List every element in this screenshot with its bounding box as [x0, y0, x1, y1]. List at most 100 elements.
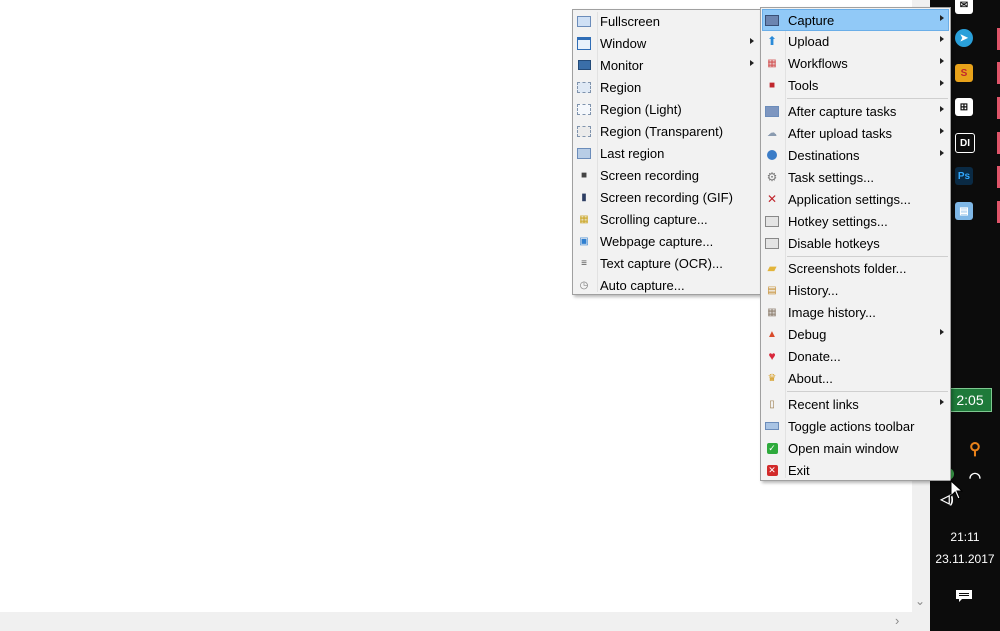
heart-icon: ♥: [768, 349, 776, 363]
menu-item-label: Screenshots folder...: [788, 261, 907, 276]
menu-item-open-main-window[interactable]: ✓ Open main window: [763, 438, 948, 459]
cloud-icon: ☁: [767, 127, 777, 139]
menu-item-label: Monitor: [600, 58, 644, 73]
crown-icon: ♛: [767, 372, 777, 384]
scroll-right-icon[interactable]: ›: [895, 613, 899, 628]
menu-item-hotkey-settings[interactable]: Hotkey settings...: [763, 211, 948, 232]
menu-item-label: Toggle actions toolbar: [788, 419, 915, 434]
submenu-arrow-icon: [940, 80, 944, 86]
menu-item-label: Workflows: [788, 56, 848, 71]
telegram-icon[interactable]: ➤: [955, 29, 973, 47]
menu-item-about[interactable]: ♛ About...: [763, 368, 948, 389]
menu-item-label: Open main window: [788, 441, 899, 456]
menu-item-monitor[interactable]: Monitor: [575, 55, 758, 76]
region-light-icon: [577, 102, 591, 116]
menu-item-label: Destinations: [788, 148, 860, 163]
fullscreen-icon: [577, 14, 591, 28]
menu-item-exit[interactable]: ✕ Exit: [763, 460, 948, 481]
menu-separator: [787, 391, 948, 392]
menu-item-label: After capture tasks: [788, 104, 897, 119]
gear-icon: ⚙: [766, 170, 778, 184]
region-transparent-icon: [577, 124, 591, 138]
film-icon: ▮: [581, 191, 587, 203]
submenu-arrow-icon: [940, 399, 944, 405]
menu-item-webpage-capture[interactable]: ▣ Webpage capture...: [575, 231, 758, 252]
menu-item-task-settings[interactable]: ⚙ Task settings...: [763, 167, 948, 188]
menu-item-label: Tools: [788, 78, 819, 93]
menu-item-toggle-actions-toolbar[interactable]: Toggle actions toolbar: [763, 416, 948, 437]
menu-item-screen-recording-gif[interactable]: ▮ Screen recording (GIF): [575, 187, 758, 208]
scroll-icon: ▦: [579, 213, 589, 225]
menu-separator: [787, 98, 948, 99]
submenu-arrow-icon: [940, 150, 944, 156]
menu-item-region[interactable]: Region: [575, 77, 758, 98]
menu-item-label: Webpage capture...: [600, 234, 714, 249]
menu-item-label: Upload: [788, 34, 830, 49]
wifi-icon[interactable]: ◠: [966, 468, 984, 486]
history-icon: ▤: [767, 284, 777, 296]
menu-item-screen-recording[interactable]: ■ Screen recording: [575, 165, 758, 186]
mail-icon[interactable]: ✉: [955, 0, 973, 14]
menu-item-scrolling-capture[interactable]: ▦ Scrolling capture...: [575, 209, 758, 230]
menu-item-label: Text capture (OCR)...: [600, 256, 723, 271]
horizontal-scrollbar[interactable]: ›: [0, 612, 930, 631]
menu-item-workflows[interactable]: ▦ Workflows: [763, 53, 948, 74]
menu-item-region-transparent[interactable]: Region (Transparent): [575, 121, 758, 142]
menu-item-label: Region (Light): [600, 102, 682, 117]
notification-icon[interactable]: [955, 589, 973, 603]
menu-item-after-capture-tasks[interactable]: After capture tasks: [763, 101, 948, 122]
menu-item-auto-capture[interactable]: ◷ Auto capture...: [575, 275, 758, 296]
store-icon[interactable]: ⊞: [955, 98, 973, 116]
scroll-down-icon[interactable]: ⌄: [915, 594, 925, 608]
capture-tasks-icon: [765, 104, 779, 118]
menu-item-label: Screen recording: [600, 168, 699, 183]
taskbar-time[interactable]: 21:11: [930, 530, 1000, 544]
keyboard-icon: [765, 214, 779, 228]
menu-separator: [787, 256, 948, 257]
photoshop-icon[interactable]: Ps: [955, 167, 973, 185]
menu-item-history[interactable]: ▤ History...: [763, 280, 948, 301]
notebook-icon[interactable]: ▤: [955, 202, 973, 220]
menu-item-after-upload-tasks[interactable]: ☁ After upload tasks: [763, 123, 948, 144]
menu-item-label: Fullscreen: [600, 14, 660, 29]
tray-clock-badge[interactable]: 2:05: [948, 388, 992, 412]
image-history-icon: ▦: [767, 306, 777, 318]
menu-item-label: Exit: [788, 463, 810, 478]
taskbar-date[interactable]: 23.11.2017: [930, 552, 1000, 566]
menu-item-text-capture[interactable]: ≡ Text capture (OCR)...: [575, 253, 758, 274]
region-icon: [577, 80, 591, 94]
menu-item-screenshots-folder[interactable]: ▰ Screenshots folder...: [763, 258, 948, 279]
menu-item-fullscreen[interactable]: Fullscreen: [575, 11, 758, 32]
webpage-icon: ▣: [579, 235, 589, 247]
clock-icon: ◷: [579, 279, 589, 291]
menu-item-destinations[interactable]: Destinations: [763, 145, 948, 166]
menu-item-recent-links[interactable]: ▯ Recent links: [763, 394, 948, 415]
menu-item-application-settings[interactable]: ✕ Application settings...: [763, 189, 948, 210]
menu-item-debug[interactable]: ▲ Debug: [763, 324, 948, 345]
submenu-arrow-icon: [940, 36, 944, 42]
folder-icon: ▰: [767, 261, 777, 275]
check-icon: ✓: [766, 442, 778, 454]
exit-icon: ✕: [766, 464, 778, 476]
menu-item-label: Region (Transparent): [600, 124, 724, 139]
menu-item-capture[interactable]: Capture: [762, 9, 949, 31]
traffic-cone-icon: ▲: [767, 328, 777, 340]
tray-context-menu: Capture ⬆ Upload ▦ Workflows ■ Tools Aft…: [760, 7, 951, 481]
upload-arrow-icon: ⬆: [766, 34, 778, 48]
menu-item-last-region[interactable]: Last region: [575, 143, 758, 164]
menu-item-region-light[interactable]: Region (Light): [575, 99, 758, 120]
menu-item-donate[interactable]: ♥ Donate...: [763, 346, 948, 367]
menu-item-image-history[interactable]: ▦ Image history...: [763, 302, 948, 323]
menu-item-label: Image history...: [788, 305, 876, 320]
submenu-arrow-icon: [940, 106, 944, 112]
menu-item-disable-hotkeys[interactable]: Disable hotkeys: [763, 233, 948, 254]
menu-item-window[interactable]: Window: [575, 33, 758, 54]
di-icon[interactable]: DI: [955, 133, 975, 153]
wrench-icon: ✕: [766, 192, 778, 206]
menu-item-tools[interactable]: ■ Tools: [763, 75, 948, 96]
search-tray-icon[interactable]: ⚲: [966, 440, 984, 458]
skype-icon[interactable]: S: [955, 64, 973, 82]
menu-item-upload[interactable]: ⬆ Upload: [763, 31, 948, 52]
submenu-arrow-icon: [750, 60, 754, 66]
camera-icon: [765, 13, 779, 27]
